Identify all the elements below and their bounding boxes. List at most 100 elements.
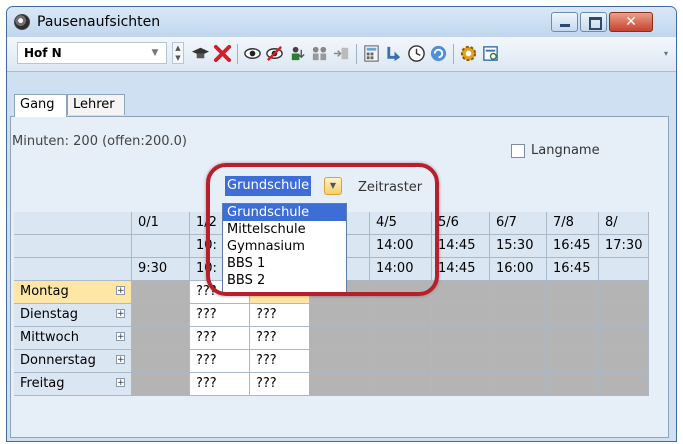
grid-cell[interactable]: ???: [190, 327, 250, 350]
tab-gang[interactable]: Gang: [14, 94, 67, 117]
grid-cell[interactable]: ???: [190, 350, 250, 373]
print-preview-icon[interactable]: [481, 44, 500, 63]
title-bar: Pausenaufsichten ✕: [7, 7, 676, 37]
grid-cell: [132, 281, 190, 304]
period-header: 7/8: [547, 212, 599, 235]
teacher-hat-icon[interactable]: [191, 44, 210, 63]
grid-cell: [370, 327, 432, 350]
grid-cell: [310, 327, 370, 350]
grid-cell: [490, 327, 547, 350]
expand-plus-icon[interactable]: +: [116, 332, 125, 342]
grid-corner: [14, 212, 132, 235]
view-eye-icon[interactable]: [243, 44, 262, 63]
teacher-group-icon[interactable]: [310, 44, 329, 63]
expand-plus-icon[interactable]: +: [116, 355, 125, 365]
maximize-icon: [589, 17, 602, 30]
start-time-cell: 17:30: [599, 235, 649, 258]
grid-cell: [132, 373, 190, 396]
grid-cell: [310, 350, 370, 373]
toolbar-separator: [237, 44, 238, 64]
transfer-icon[interactable]: [332, 44, 351, 63]
refresh-icon[interactable]: [429, 44, 448, 63]
toolbar-overflow-icon[interactable]: ▾: [664, 45, 672, 63]
swap-icon[interactable]: [385, 44, 404, 63]
grid-cell: [432, 350, 490, 373]
tab-lehrer[interactable]: Lehrer: [67, 94, 125, 115]
day-row-montag[interactable]: Montag +: [14, 281, 132, 304]
langname-label: Langname: [531, 143, 600, 158]
delete-icon[interactable]: [213, 44, 232, 63]
start-time-cell: 16:45: [547, 235, 599, 258]
grid-cell: [432, 373, 490, 396]
close-icon: ✕: [625, 14, 637, 30]
grid-cell: [132, 327, 190, 350]
grid-cell: [547, 373, 599, 396]
grid-cell: [310, 304, 370, 327]
grid-cell: [547, 281, 599, 304]
grid-cell: [547, 327, 599, 350]
grid-cell: [490, 281, 547, 304]
grid-cell: [310, 373, 370, 396]
grid-cell: [599, 281, 649, 304]
grid-cell: [599, 327, 649, 350]
hide-eye-icon[interactable]: [265, 44, 284, 63]
grid-cell[interactable]: ???: [190, 373, 250, 396]
day-row-freitag[interactable]: Freitag +: [14, 373, 132, 396]
toolbar: Hof N ▼ ▲ ▼ ▾: [7, 37, 676, 72]
grid-cell: [490, 304, 547, 327]
end-time-cell: 16:00: [490, 258, 547, 281]
end-time-cell: 16:45: [547, 258, 599, 281]
expand-plus-icon[interactable]: +: [116, 286, 125, 296]
start-time-cell: 15:30: [490, 235, 547, 258]
day-row-dienstag[interactable]: Dienstag +: [14, 304, 132, 327]
grid-cell: [432, 327, 490, 350]
grid-cell: [132, 304, 190, 327]
grid-cell: [599, 373, 649, 396]
grid-cell: [547, 304, 599, 327]
grid-row-header: [14, 258, 132, 281]
maximize-button[interactable]: [580, 12, 607, 32]
grid-cell: [490, 350, 547, 373]
minimize-icon: [560, 24, 570, 27]
minutes-info: Minuten: 200 (offen:200.0): [12, 134, 187, 149]
grid-cell: [432, 281, 490, 304]
grid-row-header: [14, 235, 132, 258]
toolbar-separator: [453, 44, 454, 64]
grid-cell: [547, 350, 599, 373]
grid-cell[interactable]: ???: [250, 350, 310, 373]
day-row-donnerstag[interactable]: Donnerstag +: [14, 350, 132, 373]
day-row-mittwoch[interactable]: Mittwoch +: [14, 327, 132, 350]
expand-plus-icon[interactable]: +: [116, 309, 125, 319]
grid-cell: [490, 373, 547, 396]
toolbar-separator: [356, 44, 357, 64]
assign-teacher-icon[interactable]: [288, 44, 307, 63]
settings-gear-icon[interactable]: [459, 44, 478, 63]
grid-cell: [370, 373, 432, 396]
window-title: Pausenaufsichten: [37, 14, 161, 30]
grid-cell: [599, 304, 649, 327]
close-button[interactable]: ✕: [609, 12, 653, 32]
app-icon: [14, 14, 30, 30]
minimize-button[interactable]: [551, 12, 578, 32]
clock-icon[interactable]: [407, 44, 426, 63]
end-time-cell: 14:45: [432, 258, 490, 281]
calculator-icon[interactable]: [362, 44, 381, 63]
langname-checkbox[interactable]: [511, 144, 525, 158]
period-header: 6/7: [490, 212, 547, 235]
grid-cell[interactable]: ???: [250, 327, 310, 350]
location-selector[interactable]: Hof N ▼: [17, 42, 167, 64]
grid-cell[interactable]: ???: [190, 304, 250, 327]
location-value: Hof N: [24, 46, 62, 60]
grid-cell[interactable]: ???: [250, 373, 310, 396]
spin-buttons[interactable]: ▲ ▼: [172, 42, 184, 64]
start-time-cell: 14:45: [432, 235, 490, 258]
grid-cell: [599, 350, 649, 373]
highlight-annotation-ring: [206, 163, 439, 296]
chevron-down-icon: ▼: [151, 48, 159, 58]
end-time-cell: 9:30: [132, 258, 190, 281]
grid-cell: [370, 304, 432, 327]
grid-cell: [370, 350, 432, 373]
expand-plus-icon[interactable]: +: [116, 378, 125, 388]
period-header: 0/1: [132, 212, 190, 235]
grid-cell[interactable]: ???: [250, 304, 310, 327]
